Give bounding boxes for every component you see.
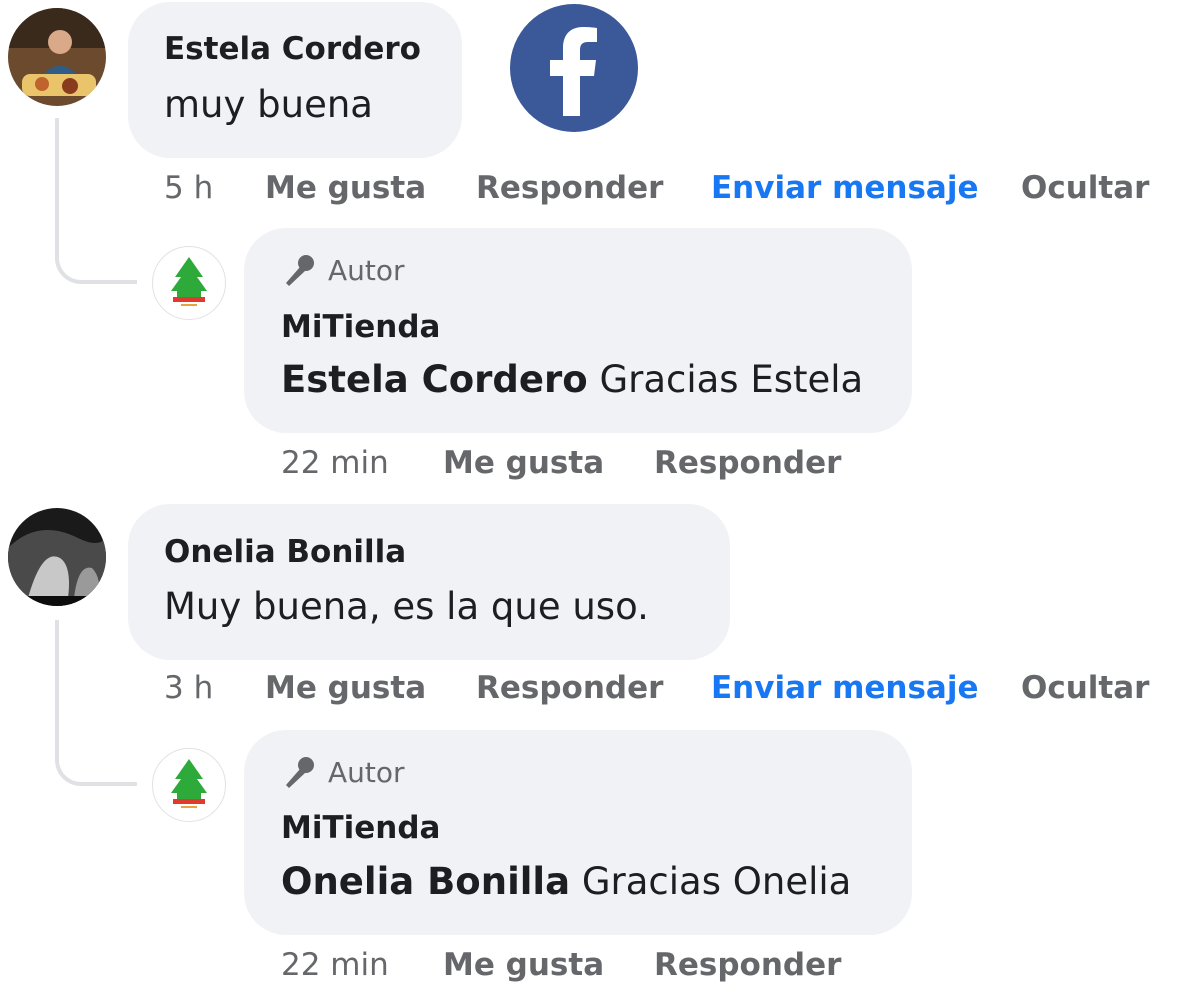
reply-timestamp[interactable]: 22 min bbox=[281, 947, 389, 983]
comment-author[interactable]: Onelia Bonilla bbox=[164, 534, 406, 570]
hide-button[interactable]: Ocultar bbox=[1021, 170, 1149, 206]
comment-text: Muy buena, es la que uso. bbox=[164, 585, 649, 628]
reply-text: Estela Cordero Gracias Estela bbox=[281, 358, 863, 401]
reply-button[interactable]: Responder bbox=[476, 170, 663, 206]
mitienda-logo-icon bbox=[171, 759, 207, 808]
page-avatar[interactable] bbox=[152, 246, 226, 320]
microphone-icon bbox=[286, 255, 314, 286]
reply-author[interactable]: MiTienda bbox=[281, 309, 440, 345]
like-button[interactable]: Me gusta bbox=[265, 170, 426, 206]
send-message-button[interactable]: Enviar mensaje bbox=[711, 670, 979, 706]
like-button[interactable]: Me gusta bbox=[443, 445, 604, 481]
reply-text-body: Gracias Onelia bbox=[570, 860, 852, 903]
like-button[interactable]: Me gusta bbox=[443, 947, 604, 983]
comment-timestamp[interactable]: 3 h bbox=[164, 670, 213, 706]
microphone-icon bbox=[286, 757, 314, 788]
user-photo-avatar bbox=[8, 8, 106, 106]
author-badge-label: Autor bbox=[328, 755, 405, 789]
avatar[interactable] bbox=[8, 8, 106, 106]
avatar[interactable] bbox=[8, 508, 106, 606]
comment-author[interactable]: Estela Cordero bbox=[164, 31, 421, 67]
comment-bubble bbox=[128, 2, 462, 158]
reply-button[interactable]: Responder bbox=[654, 947, 841, 983]
mention-link[interactable]: Estela Cordero bbox=[281, 358, 588, 401]
comment-text: muy buena bbox=[164, 83, 373, 126]
reply-button[interactable]: Responder bbox=[476, 670, 663, 706]
page-avatar[interactable] bbox=[152, 748, 226, 822]
thread-connector bbox=[55, 118, 137, 284]
comment-bubble bbox=[128, 504, 730, 660]
facebook-logo-icon bbox=[510, 4, 638, 132]
user-photo-avatar bbox=[8, 508, 106, 606]
like-button[interactable]: Me gusta bbox=[265, 670, 426, 706]
reply-author[interactable]: MiTienda bbox=[281, 810, 440, 846]
send-message-button[interactable]: Enviar mensaje bbox=[711, 170, 979, 206]
thread-connector bbox=[55, 620, 137, 786]
author-badge: Autor bbox=[280, 251, 405, 289]
author-badge: Autor bbox=[280, 753, 405, 791]
mitienda-logo-icon bbox=[171, 257, 207, 306]
comment-timestamp[interactable]: 5 h bbox=[164, 170, 213, 206]
reply-timestamp[interactable]: 22 min bbox=[281, 445, 389, 481]
reply-text: Onelia Bonilla Gracias Onelia bbox=[281, 860, 851, 903]
reply-text-body: Gracias Estela bbox=[587, 358, 864, 401]
hide-button[interactable]: Ocultar bbox=[1021, 670, 1149, 706]
reply-button[interactable]: Responder bbox=[654, 445, 841, 481]
mention-link[interactable]: Onelia Bonilla bbox=[281, 860, 570, 903]
author-badge-label: Autor bbox=[328, 253, 405, 287]
